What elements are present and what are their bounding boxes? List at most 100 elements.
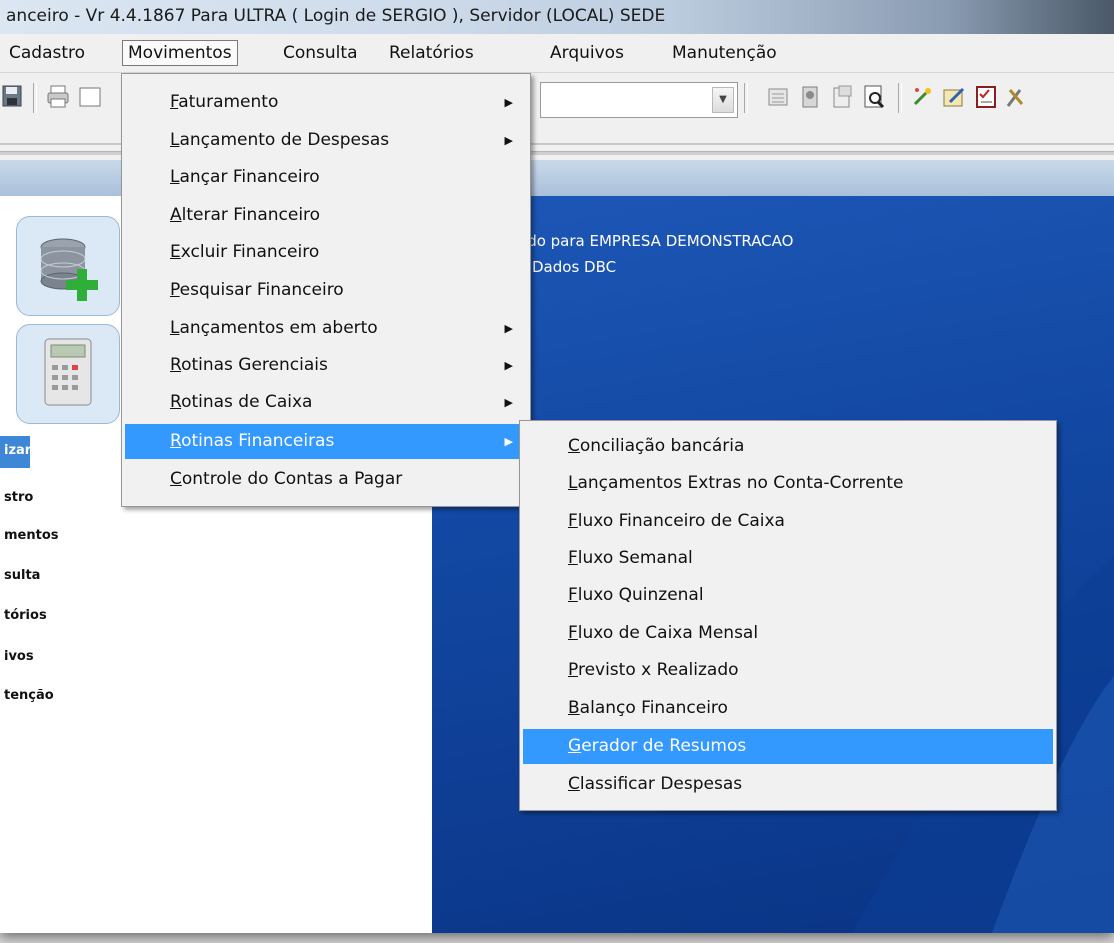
menu-item-label: esquisar Financeiro [179,280,344,300]
submenu-arrow-icon: ▶ [504,322,513,335]
calculator-button[interactable] [16,324,120,424]
submenu-arrow-icon: ▶ [504,134,513,147]
toolbar-separator [898,83,902,113]
menu-item-label: ançar Financeiro [179,167,320,187]
menu-item-classificar-despesas[interactable]: Classificar Despesas [523,767,1053,802]
toolbar-separator [744,83,748,113]
database-add-button[interactable] [16,216,120,316]
preview-icon[interactable] [862,84,886,110]
menu-item-previsto-x-realizado[interactable]: Previsto x Realizado [523,653,1053,688]
menu-item-lancamentos-em-aberto[interactable]: Lançamentos em aberto ▶ [125,311,527,346]
submenu-arrow-icon: ▶ [504,396,513,409]
sidebar-item-0[interactable]: izar [4,443,31,458]
menu-item-fluxo-de-caixa-mensal[interactable]: Fluxo de Caixa Mensal [523,616,1053,651]
menu-item-pesquisar-financeiro[interactable]: Pesquisar Financeiro [125,273,527,308]
menu-item-label-initial: F [568,548,578,568]
menu-item-label: lterar Financeiro [181,205,321,225]
sidebar-item-5[interactable]: ivos [4,649,34,664]
document-icon[interactable] [830,84,854,110]
menu-item-label: xcluir Financeiro [180,242,320,262]
calendar-icon[interactable] [78,84,102,110]
menu-arquivos[interactable]: Arquivos [545,41,629,65]
menu-item-label: ontrole do Contas a Pagar [181,469,403,489]
sidebar-item-1[interactable]: stro [4,490,33,505]
wand-icon[interactable] [910,84,934,110]
menu-item-label-initial: P [568,660,578,680]
menu-item-label: ançamentos em aberto [179,318,378,338]
toolbar-separator [33,83,37,113]
menu-item-label: otinas Gerenciais [181,355,328,375]
menu-item-fluxo-quinzenal[interactable]: Fluxo Quinzenal [523,578,1053,613]
menu-item-label: luxo Financeiro de Caixa [577,511,785,531]
menu-item-label: erador de Resumos [581,736,747,756]
window-title: anceiro - Vr 4.4.1867 Para ULTRA ( Login… [6,6,666,26]
satellite-icon[interactable] [766,84,790,110]
movimentos-menu: Faturamento ▶ Lançamento de Despesas ▶ Lan… [121,73,531,507]
menu-item-label: onciliação bancária [579,436,745,456]
menu-relatorios[interactable]: Relatórios [384,41,479,65]
title-bar[interactable]: anceiro - Vr 4.4.1867 Para ULTRA ( Login… [0,0,1114,34]
submenu-arrow-icon: ▶ [504,359,513,372]
submenu-arrow-icon: ▶ [504,435,513,448]
menu-item-label: lassificar Despesas [579,774,743,794]
menu-item-label: alanço Financeiro [579,698,728,718]
submenu-arrow-icon: ▶ [504,96,513,109]
menu-item-faturamento[interactable]: Faturamento ▶ [125,85,527,120]
menu-item-label-initial: F [170,92,179,112]
menu-item-lancamentos-extras[interactable]: Lançamentos Extras no Conta-Corrente [523,466,1053,501]
sidebar-item-6[interactable]: tenção [4,688,54,703]
menu-item-label: otinas Financeiras [181,431,335,451]
calculator-icon [44,338,92,406]
database-add-icon [40,238,98,301]
menu-item-gerador-de-resumos[interactable]: Gerador de Resumos [523,729,1053,764]
menu-item-fluxo-financeiro-de-caixa[interactable]: Fluxo Financeiro de Caixa [523,504,1053,539]
menu-item-rotinas-gerenciais[interactable]: Rotinas Gerenciais ▶ [125,348,527,383]
sidebar-item-2[interactable]: mentos [4,528,59,543]
menu-item-rotinas-de-caixa[interactable]: Rotinas de Caixa ▶ [125,385,527,420]
menu-item-label: luxo de Caixa Mensal [577,623,759,643]
menu-item-controle-do-contas-a-pagar[interactable]: Controle do Contas a Pagar [125,462,527,497]
menu-item-label: ançamentos Extras no Conta-Corrente [577,473,904,493]
menu-item-label-initial: P [170,280,180,300]
menu-item-fluxo-semanal[interactable]: Fluxo Semanal [523,541,1053,576]
app-window: anceiro - Vr 4.4.1867 Para ULTRA ( Login… [0,0,1114,933]
rotinas-financeiras-submenu: Conciliação bancária Lançamentos Extras … [519,420,1057,811]
menu-movimentos[interactable]: Movimentos [122,40,238,66]
save-icon[interactable] [2,84,26,110]
sidebar-item-4[interactable]: tórios [4,608,47,623]
checklist-icon[interactable] [974,84,998,110]
menu-item-label: aturamento [178,92,279,112]
desktop-text-line1: ado para EMPRESA DEMONSTRACAO [518,232,794,250]
menu-item-label-initial: F [568,623,578,643]
menu-item-label-initial: C [170,469,182,489]
menu-item-lancamento-de-despesas[interactable]: Lançamento de Despesas ▶ [125,123,527,158]
menu-item-label: luxo Quinzenal [577,585,704,605]
menu-item-label: ançamento de Despesas [179,130,390,150]
menu-manutencao[interactable]: Manutenção [667,41,782,65]
desktop-text-line2: e Dados DBC [518,258,617,276]
menu-item-label-initial: G [568,736,582,756]
menu-item-conciliacao-bancaria[interactable]: Conciliação bancária [523,429,1053,464]
menu-item-label-initial: R [170,392,182,412]
menu-cadastro[interactable]: Cadastro [4,41,90,65]
edit-icon[interactable] [942,84,966,110]
menu-item-alterar-financeiro[interactable]: Alterar Financeiro [125,198,527,233]
print-icon[interactable] [46,84,70,110]
menu-item-lancar-financeiro[interactable]: Lançar Financeiro [125,160,527,195]
menu-consulta[interactable]: Consulta [278,41,362,65]
tools-icon[interactable] [1004,84,1028,110]
chevron-down-icon[interactable]: ▼ [712,87,734,113]
menu-item-label-initial: C [568,436,580,456]
toolbar-combobox[interactable]: ▼ [540,82,738,118]
menu-bar: Cadastro Movimentos Consulta Relatórios … [0,34,1114,73]
menu-item-excluir-financeiro[interactable]: Excluir Financeiro [125,235,527,270]
menu-item-balanco-financeiro[interactable]: Balanço Financeiro [523,691,1053,726]
menu-item-rotinas-financeiras[interactable]: Rotinas Financeiras ▶ [125,424,527,459]
menu-item-label-initial: A [170,205,182,225]
menu-item-label-initial: B [568,698,580,718]
properties-icon[interactable] [798,84,822,110]
sidebar-item-3[interactable]: sulta [4,568,40,583]
menu-item-label: revisto x Realizado [577,660,739,680]
menu-item-label-initial: R [170,431,182,451]
menu-item-label: luxo Semanal [577,548,693,568]
